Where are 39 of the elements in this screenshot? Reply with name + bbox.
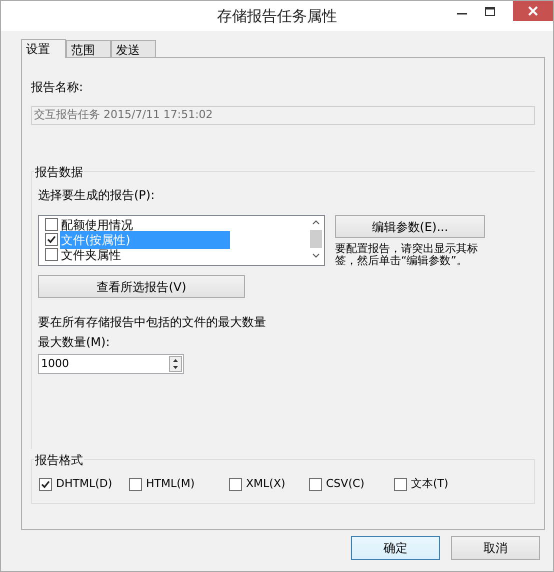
- maximize-icon[interactable]: [485, 7, 495, 16]
- checkbox[interactable]: [39, 478, 52, 491]
- edit-parameters-button[interactable]: 编辑参数(E)...: [335, 215, 485, 238]
- report-name-field[interactable]: 交互报告任务 2015/7/11 17:51:02: [31, 106, 535, 125]
- minimize-icon[interactable]: [457, 13, 467, 15]
- tab[interactable]: 设置: [21, 39, 66, 58]
- close-icon: [528, 6, 538, 16]
- max-files-text: 要在所有存储报告中包括的文件的最大数量: [38, 314, 267, 331]
- checkbox[interactable]: [129, 478, 142, 491]
- format-label: XML(X): [246, 476, 286, 492]
- format-label: CSV(C): [326, 476, 364, 492]
- scroll-thumb[interactable]: [310, 230, 322, 248]
- checkbox[interactable]: [229, 478, 242, 491]
- group-title: 报告格式: [34, 451, 84, 469]
- tab[interactable]: 发送: [111, 40, 156, 57]
- checkbox[interactable]: [394, 478, 407, 491]
- dialog-button[interactable]: 确定: [351, 536, 440, 560]
- max-count-spinbox[interactable]: 1000: [38, 354, 184, 374]
- report-list[interactable]: 配额使用情况 文件(按属性) 文件夹属性: [38, 215, 325, 266]
- format-label: HTML(M): [146, 476, 195, 492]
- window-title: 存储报告任务属性: [217, 6, 337, 27]
- checkbox[interactable]: [45, 233, 58, 246]
- checkbox[interactable]: [45, 248, 58, 261]
- checkbox[interactable]: [309, 478, 322, 491]
- report-list-item[interactable]: 文件夹属性: [60, 246, 122, 264]
- format-label: DHTML(D): [56, 476, 112, 492]
- max-count-label: 最大数量(M):: [38, 334, 111, 351]
- view-report-button[interactable]: 查看所选报告(V): [38, 275, 245, 298]
- hint-text: 要配置报告，请突出显示其标签，然后单击“编辑参数”。: [335, 243, 479, 267]
- tab[interactable]: 范围: [66, 40, 111, 57]
- checkbox[interactable]: [45, 218, 58, 231]
- report-name-label: 报告名称:: [31, 79, 84, 96]
- group-title: 报告数据: [34, 163, 84, 181]
- dialog-button[interactable]: 取消: [451, 536, 540, 560]
- list-label: 选择要生成的报告(P):: [38, 187, 156, 204]
- report-list-item[interactable]: 配额使用情况: [60, 216, 134, 234]
- spin-arrows-icon[interactable]: [169, 356, 182, 372]
- format-label: 文本(T): [411, 476, 448, 492]
- close-button[interactable]: [513, 1, 553, 21]
